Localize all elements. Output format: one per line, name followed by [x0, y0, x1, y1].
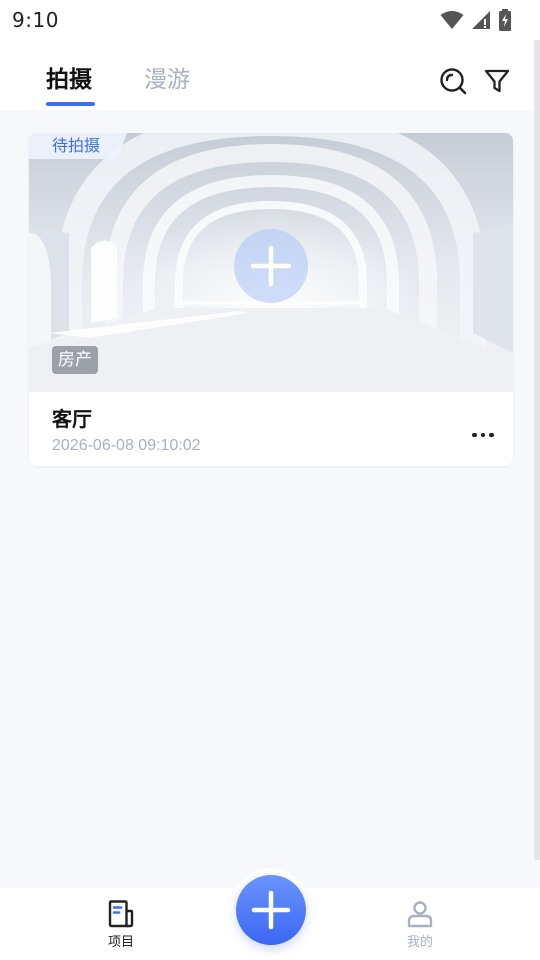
tab-shoot[interactable]: 拍摄 [46, 64, 92, 96]
tab-active-indicator [46, 102, 95, 106]
search-icon [440, 68, 467, 95]
filter-icon [484, 69, 510, 93]
status-icons [440, 9, 512, 31]
person-icon [407, 901, 433, 928]
plus-icon [251, 890, 291, 930]
nav-item-projects[interactable]: 项目 [81, 888, 161, 960]
project-card[interactable]: 待拍摄 房产 客厅 2026-06-08 09:10:02 [29, 133, 513, 466]
plus-icon [250, 245, 292, 287]
document-icon [108, 900, 134, 928]
create-project-button[interactable] [236, 875, 306, 945]
header: 拍摄 漫游 [0, 40, 540, 110]
battery-charging-icon [499, 9, 511, 31]
nav-item-mine[interactable]: 我的 [380, 888, 460, 960]
tab-tour[interactable]: 漫游 [144, 64, 190, 96]
project-cover-image[interactable]: 待拍摄 房产 [29, 133, 513, 392]
status-tag: 待拍摄 [52, 136, 101, 155]
add-photo-button[interactable] [234, 229, 308, 303]
project-title: 客厅 [52, 407, 92, 431]
signal-icon [472, 11, 490, 29]
search-button[interactable] [438, 66, 468, 96]
scrollbar[interactable] [534, 40, 540, 860]
status-bar: 9:10 [0, 0, 540, 40]
more-options-button[interactable] [465, 423, 501, 447]
more-dot [480, 432, 486, 438]
nav-label-projects: 项目 [107, 935, 134, 950]
more-dot [472, 432, 477, 438]
more-dot [489, 432, 494, 438]
wifi-icon [440, 11, 464, 29]
filter-button[interactable] [482, 66, 512, 96]
nav-label-mine: 我的 [406, 935, 433, 950]
project-date: 2026-06-08 09:10:02 [52, 437, 201, 454]
category-badge: 房产 [52, 346, 98, 374]
status-time: 9:10 [12, 8, 59, 32]
